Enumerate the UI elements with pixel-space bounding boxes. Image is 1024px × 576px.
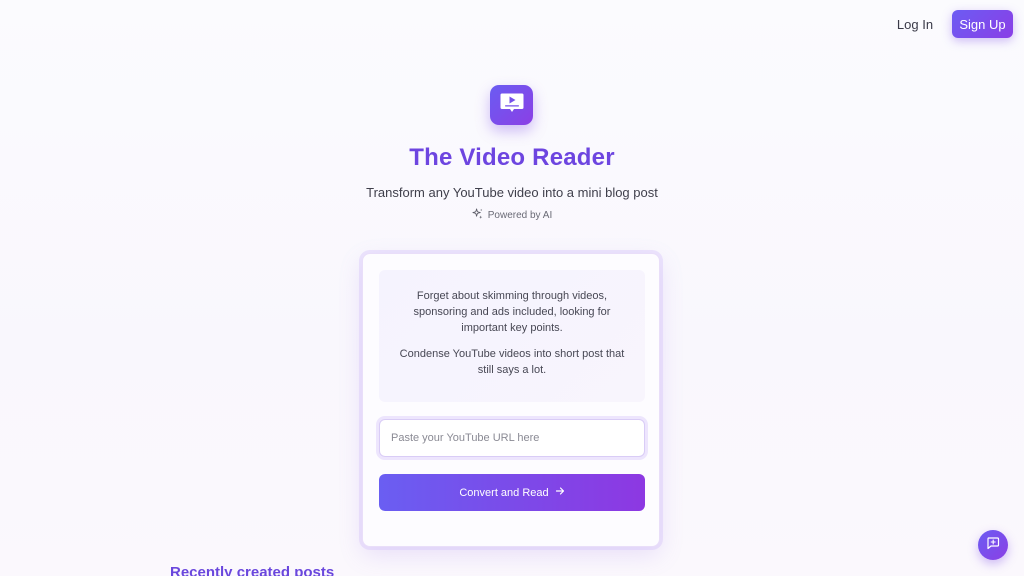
converter-card: Forget about skimming through videos, sp…: [362, 253, 660, 547]
intro-paragraph-2: Condense YouTube videos into short post …: [399, 348, 625, 376]
chat-button[interactable]: [978, 530, 1008, 560]
message-plus-icon: [986, 536, 1000, 555]
convert-button-label: Convert and Read: [459, 486, 549, 499]
convert-and-read-button[interactable]: Convert and Read: [379, 474, 645, 511]
app-logo: [490, 85, 533, 125]
arrow-right-icon: [555, 486, 565, 499]
youtube-url-input[interactable]: [379, 419, 645, 457]
intro-paragraph-1: Forget about skimming through videos, sp…: [413, 290, 611, 334]
page: Log In Sign Up The Video Reader Transfor…: [0, 0, 1024, 576]
signup-button[interactable]: Sign Up: [952, 10, 1013, 38]
video-chat-icon: [499, 91, 525, 120]
page-subtitle: Transform any YouTube video into a mini …: [366, 185, 658, 200]
sparkles-icon: [472, 208, 483, 222]
login-button[interactable]: Log In: [890, 10, 940, 38]
powered-by-badge: Powered by AI: [0, 208, 1024, 222]
intro-box: Forget about skimming through videos, sp…: [379, 270, 645, 402]
page-title: The Video Reader: [409, 144, 615, 171]
recent-posts-heading: Recently created posts: [170, 564, 335, 576]
powered-by-label: Powered by AI: [487, 209, 553, 221]
